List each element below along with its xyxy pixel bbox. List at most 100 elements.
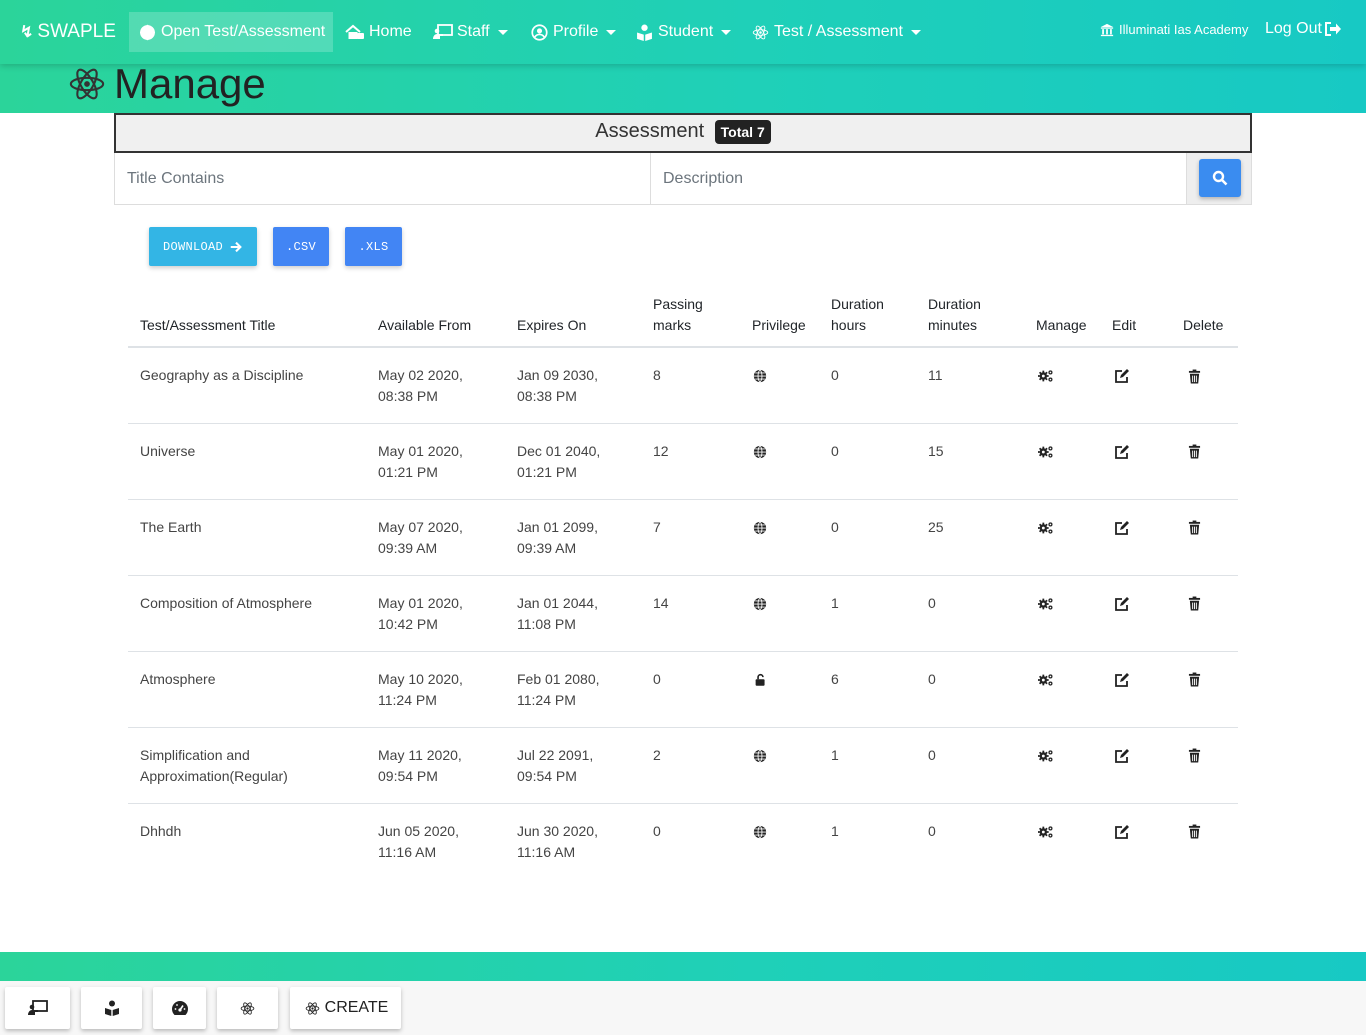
cogs-icon[interactable] [1038,596,1054,612]
footer-dashboard-button[interactable] [153,987,206,1029]
page-title-block: Manage [68,60,266,108]
trash-icon[interactable] [1186,444,1202,460]
book-reader-icon [634,22,654,42]
nav-test-assessment-dropdown[interactable]: Test / Assessment [750,12,921,52]
cell-manage [1024,347,1100,424]
cell-title: Simplification and Approximation(Regular) [128,727,366,804]
description-input[interactable] [651,153,1187,204]
nav-student-dropdown[interactable]: Student [634,12,732,52]
col-header-privilege: Privilege [740,280,819,348]
logout-label: Log Out [1265,20,1322,37]
xls-export-button[interactable]: .XLS [345,227,402,266]
atom-icon [750,22,770,42]
date-part: May 01 2020, [378,442,463,459]
trash-icon[interactable] [1186,596,1202,612]
trash-icon[interactable] [1186,824,1202,840]
download-button[interactable]: DOWNLOAD [149,227,257,266]
trash-icon[interactable] [1186,672,1202,688]
cell-privilege [740,727,819,804]
title-contains-input[interactable] [115,153,651,204]
cell-expires-on: Jan 01 2099, 09:39 AM [505,499,641,576]
date-part: Jun 30 2020, [517,822,598,839]
logout-link[interactable]: Log Out [1265,20,1342,38]
cell-delete [1171,347,1238,424]
cell-duration-hours: 1 [831,822,839,839]
cell-manage [1024,575,1100,652]
cell-duration-minutes: 25 [916,499,1024,576]
edit-icon[interactable] [1114,444,1130,460]
cogs-icon[interactable] [1038,824,1054,840]
footer-student-button[interactable] [81,987,142,1029]
edit-icon[interactable] [1114,520,1130,536]
home-icon [345,22,365,42]
cell-expires-on: Dec 01 2040, 01:21 PM [505,423,641,500]
globe-icon [752,596,768,612]
table-row: Dhhdh Jun 05 2020, 11:16 AM Jun 30 2020, 1… [128,803,1238,879]
table-row: Simplification and Approximation(Regular)… [128,727,1238,804]
cogs-icon[interactable] [1038,368,1054,384]
cell-privilege [740,651,819,728]
cell-delete [1171,727,1238,804]
cell-edit [1100,499,1171,576]
nav-home[interactable]: Home [345,12,412,52]
title-line: Simplification and [140,746,250,763]
nav-label-test-assessment: Test / Assessment [774,23,903,40]
trash-icon[interactable] [1186,520,1202,536]
cell-privilege [740,575,819,652]
unlock-icon [752,672,768,688]
edit-icon[interactable] [1114,596,1130,612]
cell-available-from: May 01 2020, 10:42 PM [366,575,505,652]
col-header-available-from: Available From [366,280,505,348]
table-header-row: Test/Assessment Title Available From Exp… [128,280,1238,348]
cell-passing-marks: 14 [641,575,740,652]
search-button[interactable] [1199,159,1241,197]
nav-profile-dropdown[interactable]: Profile [529,12,617,52]
cell-available-from: May 07 2020, 09:39 AM [366,499,505,576]
nav-staff-dropdown[interactable]: Staff [433,12,508,52]
cell-title: Atmosphere [128,651,366,728]
header-line: Passing [653,296,703,312]
footer-staff-button[interactable] [5,987,70,1029]
csv-export-button[interactable]: .CSV [273,227,329,266]
edit-icon[interactable] [1114,824,1130,840]
top-navbar: ↯ SWAPLE Open Test/Assessment Home Staff… [0,0,1366,64]
table-row: Composition of Atmosphere May 01 2020, 10… [128,575,1238,652]
cell-available-from: Jun 05 2020, 11:16 AM [366,803,505,879]
globe-icon [752,444,768,460]
cell-title: Universe [128,423,366,500]
institution-link[interactable]: Illuminati Ias Academy [1100,22,1248,37]
search-row [114,153,1252,205]
date-part: May 11 2020, [378,746,462,763]
time-part: 08:38 PM [517,388,577,404]
assessment-table: Test/Assessment Title Available From Exp… [128,280,1238,879]
cell-expires-on: Feb 01 2080, 11:24 PM [505,651,641,728]
time-part: 09:39 AM [517,539,577,556]
brand-logo[interactable]: ↯ SWAPLE [20,14,116,50]
trash-icon[interactable] [1186,368,1202,384]
trash-icon[interactable] [1186,748,1202,764]
edit-icon[interactable] [1114,748,1130,764]
book-reader-icon [102,998,122,1018]
cell-privilege [740,423,819,500]
footer-create-button[interactable]: CREATE [290,987,401,1029]
cogs-icon[interactable] [1038,748,1054,764]
time-part: 11:16 AM [378,843,437,860]
time-part: 11:16 AM [517,843,576,860]
brand-name: SWAPLE [37,21,116,42]
atom-icon [303,998,323,1018]
cell-delete [1171,499,1238,576]
cogs-icon[interactable] [1038,444,1054,460]
xls-label: .XLS [358,239,389,254]
cell-expires-on: Jul 22 2091, 09:54 PM [505,727,641,804]
edit-icon[interactable] [1114,368,1130,384]
chalkboard-teacher-icon [28,998,48,1018]
cogs-icon[interactable] [1038,672,1054,688]
nav-open-test-assessment[interactable]: Open Test/Assessment [129,12,334,52]
cogs-icon[interactable] [1038,520,1054,536]
edit-icon[interactable] [1114,672,1130,688]
cell-title: Composition of Atmosphere [128,575,366,652]
footer-assessment-button[interactable] [217,987,278,1029]
cell-edit [1100,651,1171,728]
table-row: Universe May 01 2020, 01:21 PM Dec 01 204… [128,423,1238,500]
cell-edit [1100,727,1171,804]
